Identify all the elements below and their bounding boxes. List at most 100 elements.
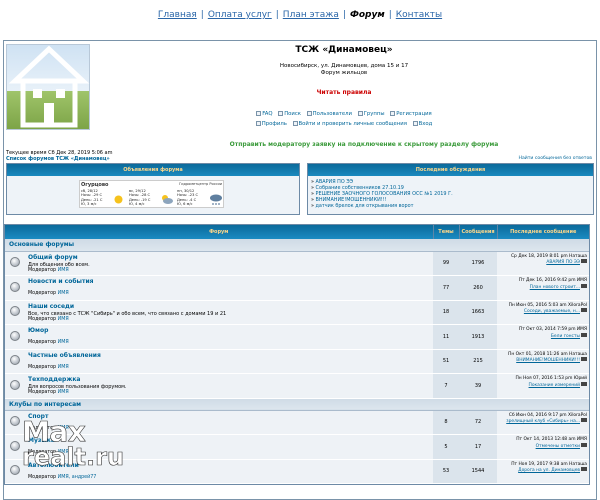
col-last-post: Последнее сообщение (497, 225, 589, 239)
forum-info-cell: Техподдержка Для вопросов пользования фор… (25, 373, 433, 399)
house-logo-icon (8, 45, 90, 128)
watermark: Max realt.ru (22, 417, 125, 472)
forum-info-cell: Общий форум Для общения обо всем. Модерато… (25, 251, 433, 276)
go-to-post-icon[interactable] (581, 381, 587, 386)
post-count: 260 (459, 275, 497, 301)
last-post-date: Пт Дек 16, 2016 9:42 pm ИМЯ (518, 278, 587, 283)
last-post-link[interactable]: ВНИМАНИЕ!МОШЕННИКИ!!! (516, 358, 580, 363)
menu-search[interactable]: Поиск (278, 111, 301, 117)
forum-moderator: Модератор ИМЯ (28, 364, 69, 370)
site-title: ТСЖ «Динамовец» (295, 45, 393, 55)
last-post-link[interactable]: зрелищный клуб «Сибирь» на... (506, 419, 580, 424)
menu-groups[interactable]: Группы (357, 111, 385, 117)
forum-folder-icon (10, 306, 20, 317)
forum-status-cell (5, 251, 25, 276)
last-post-cell: Пт Ноя 19, 2017 9:38 am Наташа Дорога на … (497, 459, 589, 484)
topic-count: 77 (433, 275, 459, 301)
go-to-post-icon[interactable] (581, 308, 587, 312)
last-post-link[interactable]: Дорога на ул. Динамовцев (518, 468, 580, 473)
moderator-link[interactable]: ИМЯ (58, 317, 69, 322)
forum-name-link[interactable]: Наши соседи (28, 303, 430, 310)
menu-row-2: Профиль Войти и проверить личные сообщен… (234, 119, 454, 129)
table-header: Форум Темы Сообщения Последнее сообщение (5, 225, 589, 239)
forum-row: Юмор Модератор ИМЯ 11 1913 Пт Окт 03, 2014 7… (5, 324, 589, 350)
nav-contacts-link[interactable]: Контакты (396, 10, 442, 20)
go-to-post-icon[interactable] (581, 259, 587, 263)
forum-folder-icon (10, 355, 20, 366)
nav-payment-link[interactable]: Оплата услуг (208, 10, 272, 20)
forum-row: Частные объявления Модератор ИМЯ 51 215 Пн О… (5, 349, 589, 374)
topic-count: 8 (433, 410, 459, 435)
category-title[interactable]: Клубы по интересам (5, 398, 589, 411)
forum-name-link[interactable]: Частные объявления (28, 352, 430, 359)
recent-item: » датчик брелок для открывания ворот (311, 203, 414, 209)
forum-name-link[interactable]: Общий форум (28, 254, 430, 261)
menu-login[interactable]: Вход (412, 121, 432, 127)
moderator-link[interactable]: ИМЯ (58, 268, 69, 273)
topic-count: 51 (433, 349, 459, 374)
weather-widget[interactable]: Огурцово Гидрометцентр России сб, 28/12 … (79, 180, 224, 208)
topic-count: 18 (433, 300, 459, 325)
users-icon (306, 111, 312, 116)
forum-moderator: Модератор ИМЯ (28, 291, 69, 296)
moderator-link[interactable]: ИМЯ, андрей77 (58, 475, 97, 480)
go-to-post-icon[interactable] (581, 442, 587, 447)
forum-folder-icon (10, 440, 20, 451)
forum-name-link[interactable]: Новости и события (28, 278, 430, 285)
unanswered-link[interactable]: Найти сообщения без ответов (519, 156, 593, 161)
last-post-link[interactable]: Показание измерений (529, 383, 580, 388)
moderator-link[interactable]: ИМЯ (58, 340, 69, 345)
col-forum: Форум (5, 225, 434, 239)
forum-moderator: Модератор ИМЯ (28, 340, 69, 345)
moderator-link[interactable]: ИМЯ (58, 365, 69, 370)
watermark-line2: realt.ru (22, 443, 125, 472)
rules-link[interactable]: Читать правила (184, 89, 504, 96)
moderator-link[interactable]: ИМЯ (58, 390, 69, 395)
register-icon (390, 111, 396, 116)
nav-home-link[interactable]: Главная (158, 10, 197, 20)
ads-panel: Объявления форума Огурцово Гидрометцентр… (6, 163, 300, 215)
last-post-cell: Ср Дек 18, 2019 8:01 pm Наташа АВАРИЯ ПО … (497, 251, 589, 276)
site-subtitle: Форум жильцов (320, 70, 368, 76)
go-to-post-icon[interactable] (581, 418, 587, 422)
go-to-post-icon[interactable] (581, 467, 587, 471)
recent-topic-link[interactable]: датчик брелок для открывания ворот (316, 203, 414, 209)
go-to-post-icon[interactable] (581, 283, 587, 288)
go-to-post-icon[interactable] (581, 357, 587, 361)
forum-name-link[interactable]: Юмор (28, 327, 430, 334)
site-logo[interactable] (6, 44, 90, 130)
last-post-link[interactable]: Отмечены отметки (536, 444, 580, 449)
forum-status-cell (5, 324, 25, 350)
menu-register[interactable]: Регистрация (390, 111, 432, 117)
recent-list: » АВАРИЯ ПО ЭЭ » Собрание собственников … (311, 179, 453, 209)
last-post-cell: Пн Ноя 07, 2016 1:53 pm Юрий Показание из… (497, 373, 589, 399)
forum-folder-icon (10, 416, 20, 427)
forum-status-cell (5, 275, 25, 301)
last-post-link[interactable]: Бели гонсты (551, 334, 580, 339)
forum-row: Наши соседи Все, что связано с ТСЖ "Сибир… (5, 300, 589, 325)
last-post-link[interactable]: План нового строит... (530, 285, 580, 290)
menu-faq[interactable]: FAQ (256, 111, 273, 117)
nav-floorplan-link[interactable]: План этажа (283, 10, 339, 20)
go-to-post-icon[interactable] (581, 332, 587, 337)
category-title[interactable]: Основные форумы (5, 239, 589, 252)
partly-cloudy-icon (162, 195, 173, 204)
forum-list-link[interactable]: Список форумов ТСЖ «Динамовец» (6, 156, 110, 162)
post-count: 1913 (459, 324, 497, 350)
moderator-request-link[interactable]: Отправить модератору заявку на подключен… (164, 141, 564, 148)
moderator-link[interactable]: ИМЯ (58, 291, 69, 296)
forum-row: Новости и события Модератор ИМЯ 77 260 Пт Де… (5, 275, 589, 301)
snow-cloud-icon (210, 194, 222, 205)
forum-name-link[interactable]: Техподдержка (28, 376, 430, 383)
menu-users[interactable]: Пользователи (306, 111, 352, 117)
menu-profile[interactable]: Профиль (255, 121, 287, 127)
sun-icon (114, 195, 123, 204)
last-post-link[interactable]: Соседи, уважаемые, н... (524, 309, 580, 314)
menu-messages[interactable]: Войти и проверить личные сообщения (292, 121, 407, 127)
forum-moderator: Модератор ИМЯ, андрей77 (28, 474, 97, 480)
login-icon (412, 121, 418, 126)
last-post-cell: Пт Окт 03, 2014 7:59 pm ИМЯ Бели гонсты (497, 324, 589, 350)
topic-count: 7 (433, 373, 459, 399)
top-nav: Главная | Оплата услуг | План этажа | Фо… (0, 0, 600, 28)
last-post-link[interactable]: АВАРИЯ ПО ЭЭ (546, 260, 580, 265)
